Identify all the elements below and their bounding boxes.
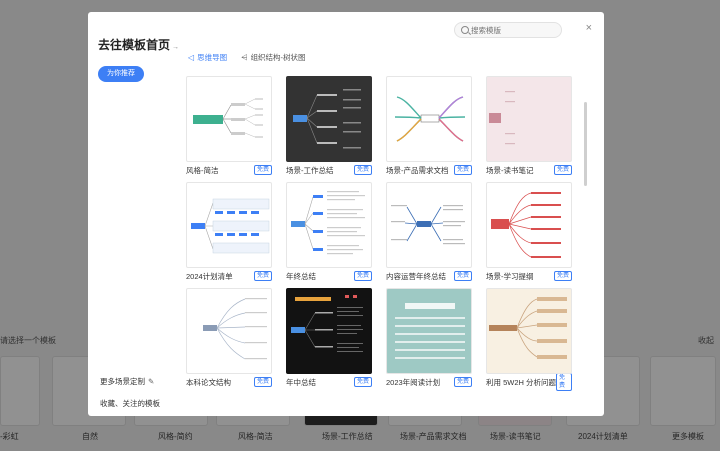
template-card[interactable]: 场景-读书笔记 免费 xyxy=(486,76,572,175)
template-thumbnail xyxy=(286,76,372,162)
favorites-link[interactable]: 收藏、关注的模板 xyxy=(100,398,160,409)
mindmap-icon: ◁ xyxy=(188,53,195,62)
template-name: 2023年阅读计划 xyxy=(386,377,441,387)
template-thumbnail xyxy=(486,76,572,162)
template-grid: 风格-简洁 免费 场景-工作总结 免费 场景-产品需求文档 免费 场景-读书笔记 免费 xyxy=(186,76,578,396)
tree-icon: ⩤ xyxy=(241,52,248,62)
template-name: 场景-产品需求文档 xyxy=(386,165,449,175)
free-badge: 免费 xyxy=(253,165,272,175)
recommend-button[interactable]: 为你推荐 xyxy=(98,66,144,82)
grid-scrollbar[interactable] xyxy=(584,102,587,186)
free-badge: 免费 xyxy=(353,165,372,175)
free-badge: 免费 xyxy=(353,377,372,387)
template-thumbnail xyxy=(486,182,572,268)
template-thumbnail xyxy=(286,182,372,268)
search-box[interactable] xyxy=(454,22,562,38)
template-card[interactable]: 场景-产品需求文档 免费 xyxy=(386,76,472,175)
close-icon[interactable]: × xyxy=(586,22,592,34)
tab-org-tree[interactable]: ⩤ 组织结构-树状图 xyxy=(241,52,305,66)
template-thumbnail xyxy=(186,288,272,374)
free-badge: 免费 xyxy=(553,271,572,281)
free-badge: 免费 xyxy=(453,377,472,387)
template-name: 年终总结 xyxy=(286,271,316,281)
template-card[interactable]: 利用 5W2H 分析问题 免费 xyxy=(486,288,572,391)
template-name: 年中总结 xyxy=(286,377,316,387)
template-name: 利用 5W2H 分析问题 xyxy=(486,377,557,387)
template-name: 场景-学习提纲 xyxy=(486,271,534,281)
template-thumbnail xyxy=(486,288,572,374)
template-card[interactable]: 内容运营年终总结 免费 xyxy=(386,182,472,281)
tab-label: 组织结构-树状图 xyxy=(250,53,306,62)
template-thumbnail xyxy=(386,76,472,162)
free-badge: 免费 xyxy=(453,271,472,281)
template-thumbnail xyxy=(386,182,472,268)
free-badge: 免费 xyxy=(553,165,572,175)
template-name: 内容运营年终总结 xyxy=(386,271,446,281)
template-thumbnail xyxy=(386,288,472,374)
template-name: 本科论文结构 xyxy=(186,377,231,387)
template-thumbnail xyxy=(186,182,272,268)
free-badge: 免费 xyxy=(353,271,372,281)
template-name: 2024计划清单 xyxy=(186,271,233,281)
template-name: 场景-工作总结 xyxy=(286,165,334,175)
template-thumbnail xyxy=(286,288,372,374)
modal-title-text: 去往模板首页 xyxy=(98,38,171,52)
pen-icon: ✎ xyxy=(148,377,155,386)
template-name: 风格-简洁 xyxy=(186,165,219,175)
template-card[interactable]: 风格-简洁 免费 xyxy=(186,76,272,175)
template-card[interactable]: 年中总结 免费 xyxy=(286,288,372,387)
arrow-right-icon: → xyxy=(172,44,180,51)
template-card[interactable]: 场景-工作总结 免费 xyxy=(286,76,372,175)
template-card[interactable]: 场景-学习提纲 免费 xyxy=(486,182,572,281)
more-custom-text: 更多场景定制 xyxy=(100,377,145,386)
free-badge: 免费 xyxy=(453,165,472,175)
search-icon xyxy=(461,26,469,34)
search-input[interactable] xyxy=(471,24,559,36)
template-card[interactable]: 本科论文结构 免费 xyxy=(186,288,272,387)
template-card[interactable]: 2023年阅读计划 免费 xyxy=(386,288,472,387)
free-badge: 免费 xyxy=(253,377,272,387)
template-tabs: ◁ 思维导图 ⩤ 组织结构-树状图 xyxy=(188,52,306,66)
template-card[interactable]: 2024计划清单 免费 xyxy=(186,182,272,281)
template-thumbnail xyxy=(186,76,272,162)
tab-label: 思维导图 xyxy=(197,53,228,62)
template-modal: 去往模板首页→ 为你推荐 更多场景定制✎ 收藏、关注的模板 × ◁ 思维导图 ⩤… xyxy=(88,12,604,416)
more-custom-link[interactable]: 更多场景定制 ✎ xyxy=(100,376,154,387)
modal-title[interactable]: 去往模板首页 → xyxy=(98,36,179,53)
free-badge: 免费 xyxy=(556,373,572,391)
tab-mindmap[interactable]: ◁ 思维导图 xyxy=(188,52,227,66)
template-card[interactable]: 年终总结 免费 xyxy=(286,182,372,281)
free-badge: 免费 xyxy=(253,271,272,281)
template-name: 场景-读书笔记 xyxy=(486,165,534,175)
